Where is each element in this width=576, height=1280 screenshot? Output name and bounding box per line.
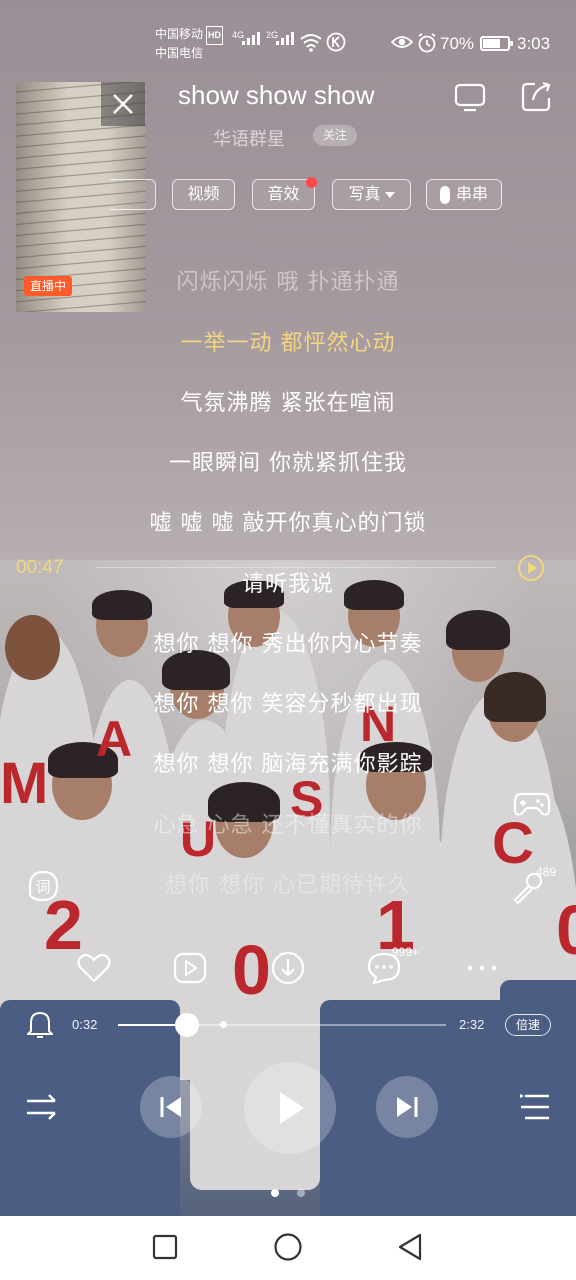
- alarm-icon: [418, 33, 436, 53]
- heart-icon[interactable]: [76, 950, 112, 986]
- follow-button[interactable]: 关注: [313, 125, 358, 146]
- lyrics-mode-icon[interactable]: 词: [26, 869, 60, 903]
- page-indicator: [297, 1189, 305, 1197]
- previous-icon: [160, 1097, 181, 1117]
- toggle-icon: [439, 185, 450, 204]
- lyric-line[interactable]: 一眼瞬间 你就紧抓住我: [0, 445, 576, 477]
- signal-bars-2-icon: [276, 32, 294, 45]
- k-app-icon: [326, 32, 346, 52]
- chevron-down-icon: [384, 191, 395, 198]
- shuffle-button[interactable]: [24, 1090, 60, 1124]
- close-icon: [113, 94, 133, 114]
- photo-chip-label: 写真: [348, 184, 381, 203]
- wifi-icon: [300, 34, 322, 52]
- lyric-seek-line: [96, 567, 496, 568]
- lyric-line[interactable]: 想你 想你 秀出你内心节奏: [0, 626, 576, 658]
- total-time: 2:32: [459, 1017, 485, 1032]
- buffer-marker: [220, 1021, 227, 1028]
- next-button[interactable]: [376, 1076, 438, 1138]
- progress-track[interactable]: [118, 1024, 446, 1026]
- lyric-line-current[interactable]: 一举一动 都怦然心动: [0, 325, 576, 357]
- chain-chip[interactable]: 串串: [426, 179, 502, 210]
- artist-name[interactable]: 华语群星: [213, 125, 285, 151]
- carrier2-label: 中国电信: [155, 46, 204, 60]
- battery-percent: 70%: [440, 34, 475, 53]
- current-time: 0:32: [72, 1017, 98, 1032]
- progress-thumb[interactable]: [174, 1013, 199, 1037]
- status-clock: 3:03: [517, 34, 551, 53]
- bell-icon[interactable]: [27, 1010, 53, 1040]
- play-icon: [280, 1092, 304, 1124]
- lyrics-mode-label: 词: [35, 878, 50, 896]
- lyric-line[interactable]: 气氛沸腾 紧张在喧闹: [0, 385, 576, 417]
- gamepad-icon[interactable]: [513, 788, 551, 820]
- recent-apps-button[interactable]: [152, 1234, 178, 1260]
- lyric-line[interactable]: 想你 想你 笑容分秒都出现: [0, 686, 576, 718]
- speed-button[interactable]: 倍速: [505, 1014, 551, 1036]
- carrier-info: 中国移动 HD 中国电信: [155, 26, 224, 62]
- lyric-line[interactable]: 想你 想你 脑海充满你影踪: [0, 746, 576, 778]
- chain-chip-label: 串串: [455, 184, 488, 203]
- eye-icon: [391, 36, 413, 48]
- download-icon[interactable]: [270, 950, 306, 986]
- mic-count: 489: [536, 865, 557, 879]
- tv-cast-icon[interactable]: [453, 80, 487, 114]
- more-icon[interactable]: [464, 950, 500, 986]
- song-title: show show show: [178, 80, 375, 110]
- lyric-line[interactable]: 心急 心急 还不懂真实的你: [0, 807, 576, 839]
- close-live-button[interactable]: [101, 82, 145, 126]
- battery-icon: [480, 36, 513, 51]
- video-chip[interactable]: 视频: [172, 179, 235, 210]
- photo-chip[interactable]: 写真: [332, 179, 411, 210]
- notification-dot: [306, 177, 317, 188]
- lyric-line[interactable]: 嘘 嘘 嘘 敲开你真心的门锁: [0, 505, 576, 537]
- carrier1-label: 中国移动: [155, 27, 204, 41]
- signal-bars-1-icon: [242, 32, 260, 45]
- lyric-line[interactable]: 想你 想你 心已期待许久: [0, 867, 576, 899]
- playlist-icon: [520, 1094, 549, 1120]
- lyric-line[interactable]: 请听我说: [0, 566, 576, 598]
- play-button[interactable]: [244, 1062, 336, 1154]
- previous-button[interactable]: [140, 1076, 202, 1138]
- shuffle-icon: [27, 1094, 56, 1120]
- playlist-button[interactable]: [518, 1092, 552, 1122]
- next-icon: [397, 1097, 418, 1117]
- page-indicator-active: [271, 1189, 279, 1197]
- video-play-icon[interactable]: [172, 950, 208, 986]
- system-nav-bar: [0, 1216, 576, 1280]
- comment-count: 999+: [392, 945, 420, 959]
- lyric-seek-play-icon[interactable]: [517, 554, 545, 582]
- share-icon[interactable]: [519, 80, 553, 114]
- hd-badge: HD: [206, 26, 224, 45]
- status-bar: 中国移动 HD 中国电信 4G 2G 70% 3:03: [0, 22, 576, 66]
- lyric-seek-time: 00:47: [16, 557, 64, 578]
- back-button[interactable]: [396, 1232, 424, 1262]
- chip-partial[interactable]: [110, 179, 156, 210]
- home-button[interactable]: [273, 1232, 303, 1262]
- lyric-line[interactable]: 闪烁闪烁 哦 扑通扑通: [0, 264, 576, 296]
